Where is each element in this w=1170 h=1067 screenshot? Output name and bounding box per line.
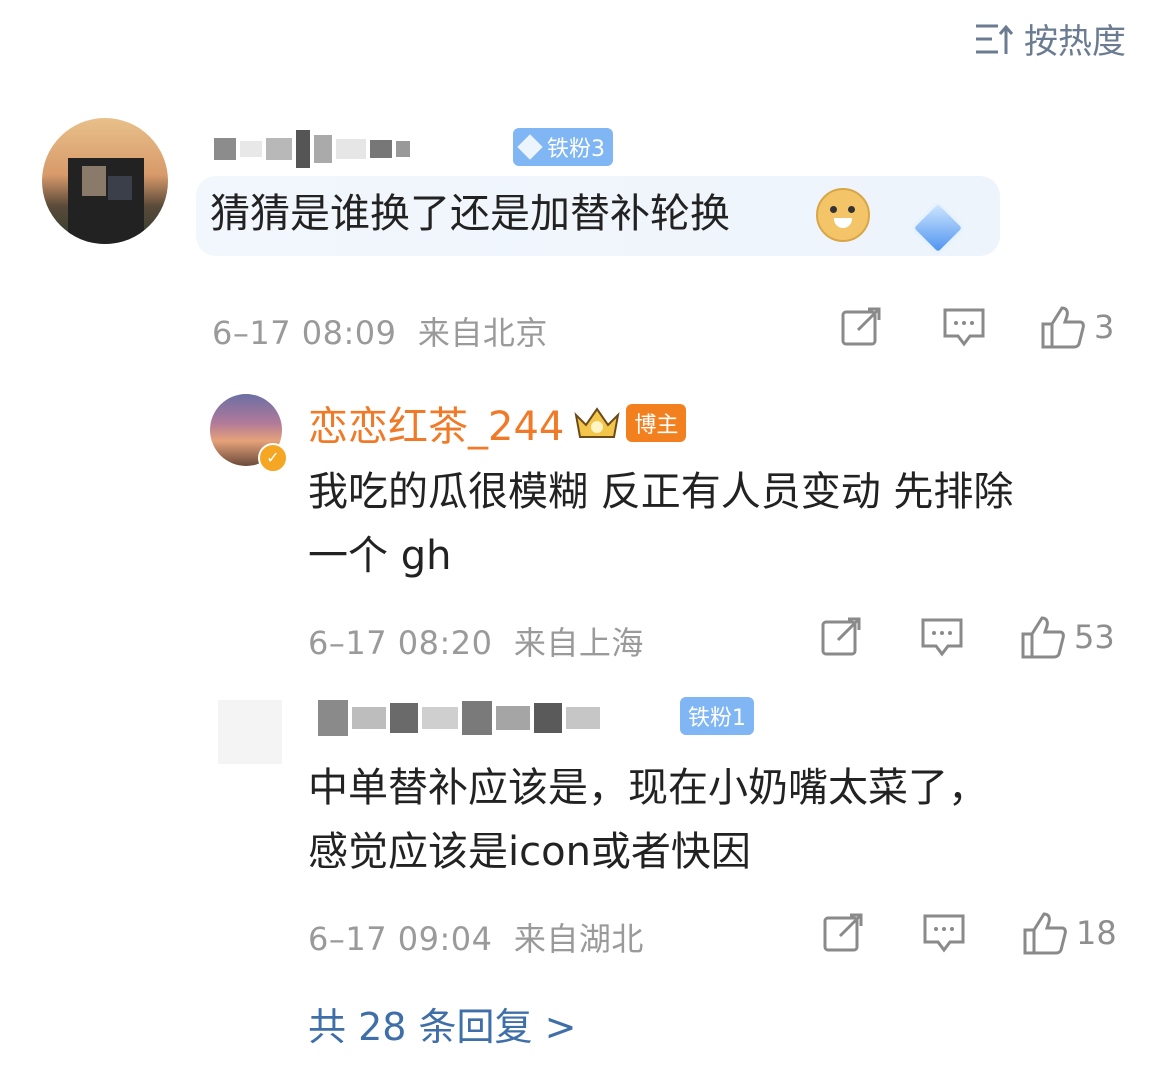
more-replies-link[interactable]: 共 28 条回复 > — [308, 996, 576, 1051]
like-count: 18 — [1076, 914, 1117, 952]
like-count: 3 — [1094, 308, 1115, 346]
avatar-redacted[interactable] — [218, 700, 282, 764]
like-count: 53 — [1074, 618, 1115, 656]
like-button[interactable]: 53 — [1020, 614, 1115, 660]
comment-meta: 6–17 08:09 来自北京 — [212, 314, 548, 352]
sort-icon — [976, 24, 1014, 54]
like-button[interactable]: 18 — [1022, 910, 1117, 956]
doge-emoji — [816, 188, 870, 242]
fan-badge: 铁粉3 — [513, 128, 613, 166]
crown-icon — [574, 407, 620, 438]
comment-text: 我吃的瓜很模糊 反正有人员变动 先排除 一个 gh — [308, 469, 1014, 579]
like-button[interactable]: 3 — [1040, 304, 1114, 350]
thumbs-up-icon — [1023, 912, 1067, 955]
comment-meta: 6–17 08:20 来自上海 — [308, 624, 644, 662]
thumbs-up-icon — [1041, 306, 1085, 349]
diamond-decoration-icon — [909, 199, 967, 257]
blogger-name-row: 恋恋红茶_244 博主 — [308, 394, 687, 452]
diamond-icon — [517, 134, 543, 160]
share-icon[interactable] — [822, 912, 864, 954]
share-icon[interactable] — [820, 616, 862, 658]
sort-by-hot-button[interactable]: 按热度 — [974, 14, 1126, 63]
comment-icon[interactable] — [920, 616, 964, 658]
comment-text: 猜猜是谁换了还是加替补轮换 — [210, 191, 730, 237]
comment-icon[interactable] — [922, 912, 966, 954]
thumbs-up-icon — [1021, 616, 1065, 659]
sort-label: 按热度 — [1024, 22, 1126, 62]
username[interactable]: 恋恋红茶_244 — [308, 394, 564, 452]
comment-text: 中单替补应该是，现在小奶嘴太菜了， 感觉应该是icon或者快因 — [308, 765, 988, 875]
comment-bubble[interactable]: 猜猜是谁换了还是加替补轮换 — [196, 176, 1000, 257]
comment-icon[interactable] — [942, 306, 986, 348]
username-redacted[interactable] — [318, 700, 600, 736]
verified-icon: ✓ — [258, 443, 288, 473]
share-icon[interactable] — [840, 306, 882, 348]
comment-meta: 6–17 09:04 来自湖北 — [308, 920, 644, 958]
fan-badge: 铁粉1 — [680, 697, 754, 735]
avatar[interactable] — [42, 118, 168, 244]
blogger-tag: 博主 — [626, 404, 687, 442]
username-redacted[interactable] — [214, 130, 410, 168]
